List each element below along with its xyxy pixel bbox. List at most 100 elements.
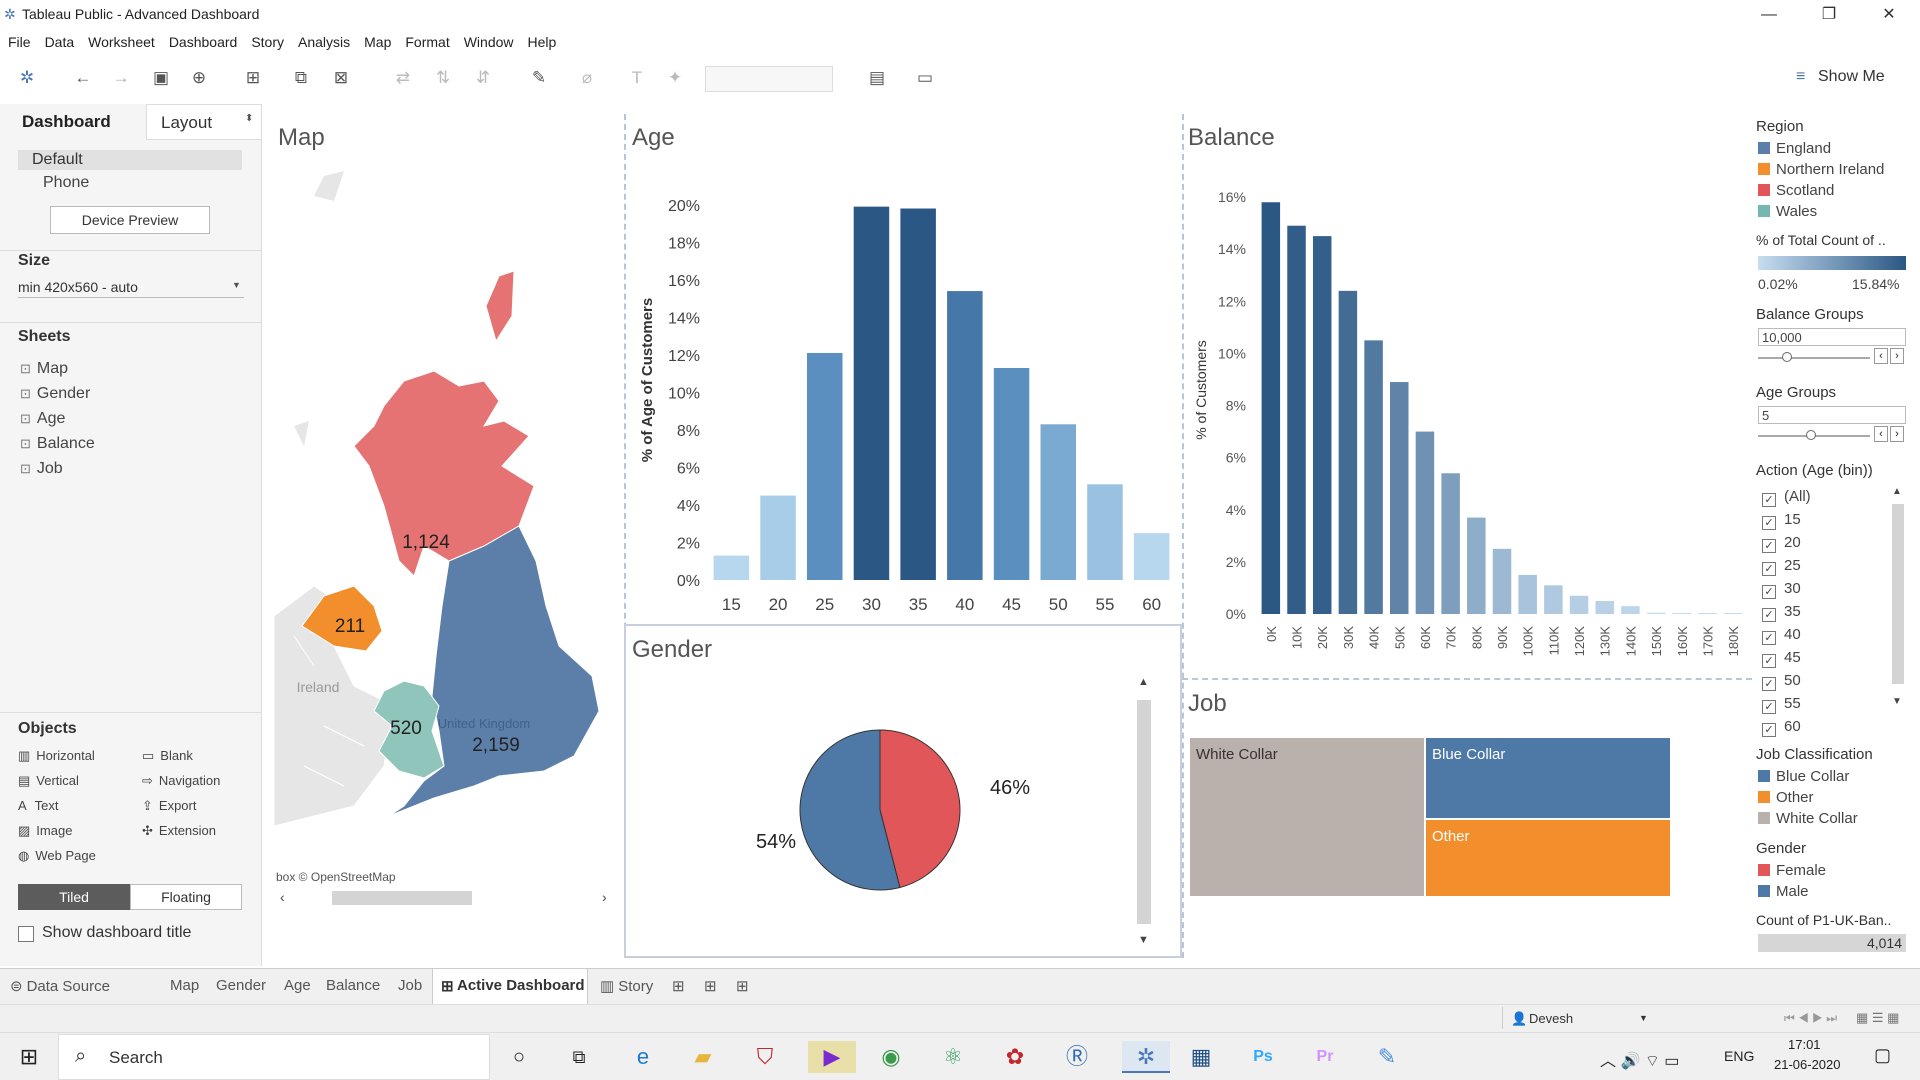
clear-sheet-icon[interactable]: ⊠	[330, 68, 352, 88]
tableau-home-icon[interactable]: ✲	[16, 68, 38, 88]
floating-toggle[interactable]: Floating	[130, 884, 242, 910]
r-icon[interactable]: Ⓡ	[1060, 1041, 1094, 1073]
menu-data[interactable]: Data	[37, 31, 81, 50]
job-legend-white-collar[interactable]: White Collar	[1758, 810, 1858, 831]
age-groups-input[interactable]: 5	[1758, 406, 1906, 424]
filter-item-25[interactable]: ✓ 25	[1762, 557, 1892, 580]
atom-icon[interactable]: ⚛	[936, 1041, 970, 1073]
object-web-page[interactable]: ◍ Web Page	[18, 848, 138, 873]
filter-item-15[interactable]: ✓ 15	[1762, 511, 1892, 534]
region-legend-england[interactable]: England	[1758, 140, 1884, 161]
age-prev-icon[interactable]: ‹	[1874, 426, 1888, 442]
filter-item-30[interactable]: ✓ 30	[1762, 580, 1892, 603]
save-icon[interactable]: ▣	[150, 68, 172, 88]
filter-item-45[interactable]: ✓ 45	[1762, 649, 1892, 672]
gender-vertical-scrollbar[interactable]: ▲ ▼	[1134, 676, 1154, 952]
size-dropdown[interactable]: min 420x560 - auto ▼	[18, 276, 244, 298]
show-cards-icon[interactable]: ▤	[866, 68, 888, 88]
balance-groups-slider[interactable]	[1758, 352, 1870, 364]
new-data-source-icon[interactable]: ⊕	[188, 68, 210, 88]
tab-dashboard[interactable]: Dashboard	[0, 104, 146, 140]
user-dropdown[interactable]: 👤 Devesh ▼	[1502, 1007, 1652, 1029]
filter-item-40[interactable]: ✓ 40	[1762, 626, 1892, 649]
sheet-nav-icons[interactable]: ⏮ ◀ ▶ ⏭	[1784, 1011, 1837, 1026]
region-legend-ni[interactable]: Northern Ireland	[1758, 161, 1884, 182]
object-text[interactable]: A Text	[18, 798, 138, 823]
tab-story[interactable]: ▥ Story	[600, 977, 653, 995]
object-vertical[interactable]: ▤ Vertical	[18, 773, 138, 798]
mcafee-icon[interactable]: ⛉	[748, 1041, 782, 1073]
region-legend-scotland[interactable]: Scotland	[1758, 182, 1884, 203]
balance-prev-icon[interactable]: ‹	[1874, 348, 1888, 364]
tab-active-dashboard[interactable]: ⊞ Active Dashboard	[432, 969, 588, 1004]
edge-icon[interactable]: e	[626, 1041, 660, 1073]
object-export[interactable]: ⇪ Export	[142, 798, 262, 823]
ruby-icon[interactable]: ✿	[998, 1041, 1032, 1073]
pin-icon[interactable]: ✦	[664, 68, 686, 88]
duplicate-icon[interactable]: ⧉	[290, 68, 312, 88]
filter-item-35[interactable]: ✓ 35	[1762, 603, 1892, 626]
job-legend-other[interactable]: Other	[1758, 789, 1858, 810]
taskbar-search-box[interactable]: ⌕ Search	[58, 1034, 490, 1080]
menu-analysis[interactable]: Analysis	[290, 31, 356, 50]
object-horizontal[interactable]: ▥ Horizontal	[18, 748, 138, 773]
tab-balance[interactable]: Balance	[326, 977, 380, 994]
close-button[interactable]: ✕	[1866, 2, 1912, 28]
age-next-icon[interactable]: ›	[1890, 426, 1904, 442]
treemap-blue-collar[interactable]: Blue Collar	[1426, 738, 1670, 818]
new-worksheet-tab-icon[interactable]: ⊞	[672, 977, 685, 995]
minimize-button[interactable]: —	[1746, 2, 1792, 28]
filter-item-50[interactable]: ✓ 50	[1762, 672, 1892, 695]
object-navigation[interactable]: ⇨ Navigation	[142, 773, 262, 798]
file-explorer-icon[interactable]: ▰	[686, 1041, 720, 1073]
filter-item-20[interactable]: ✓ 20	[1762, 534, 1892, 557]
tab-job[interactable]: Job	[398, 977, 422, 994]
fit-dropdown[interactable]	[705, 66, 833, 92]
new-story-tab-icon[interactable]: ⊞	[736, 977, 749, 995]
chrome-icon[interactable]: ◉	[874, 1041, 908, 1073]
region-legend-wales[interactable]: Wales	[1758, 203, 1884, 224]
view-icons[interactable]: ▦ ☰ ▦	[1856, 1010, 1899, 1026]
tab-age[interactable]: Age	[284, 977, 311, 994]
menu-dashboard[interactable]: Dashboard	[161, 31, 244, 50]
menu-worksheet[interactable]: Worksheet	[80, 31, 161, 50]
premiere-icon[interactable]: Pr	[1308, 1041, 1342, 1073]
cortana-icon[interactable]: ○	[502, 1041, 536, 1073]
maximize-button[interactable]: ❐	[1806, 2, 1852, 28]
sql-server-icon[interactable]: ▦	[1184, 1041, 1218, 1073]
tab-layout[interactable]: Layout ⬍	[146, 104, 262, 140]
filter-scrollbar[interactable]: ▲ ▼	[1890, 486, 1906, 712]
sheet-item-age[interactable]: ⊡ Age	[20, 410, 95, 435]
sheet-item-gender[interactable]: ⊡ Gender	[20, 385, 95, 410]
menu-window[interactable]: Window	[456, 31, 520, 50]
device-phone[interactable]: Phone	[43, 174, 89, 192]
windows-start-icon[interactable]: ⊞	[12, 1041, 46, 1073]
age-groups-slider[interactable]	[1758, 430, 1870, 442]
tiled-toggle[interactable]: Tiled	[18, 884, 130, 910]
filter-item-60[interactable]: ✓ 60	[1762, 718, 1892, 741]
media-player-icon[interactable]: ▶	[808, 1041, 856, 1073]
object-blank[interactable]: ▭ Blank	[142, 748, 262, 773]
clock-date[interactable]: 21-06-2020	[1774, 1057, 1841, 1072]
object-image[interactable]: ▨ Image	[18, 823, 138, 848]
sheet-item-job[interactable]: ⊡ Job	[20, 460, 95, 485]
tableau-taskbar-icon[interactable]: ✲	[1122, 1041, 1170, 1073]
object-extension[interactable]: ✣ Extension	[142, 823, 262, 848]
undo-icon[interactable]: ←	[72, 68, 94, 88]
paint-icon[interactable]: ✎	[1370, 1041, 1404, 1073]
job-legend-blue-collar[interactable]: Blue Collar	[1758, 768, 1858, 789]
treemap-white-collar[interactable]: White Collar	[1190, 738, 1424, 896]
menu-help[interactable]: Help	[520, 31, 563, 50]
sort-descending-icon[interactable]: ⇵	[472, 68, 494, 88]
map-horizontal-scrollbar[interactable]: ‹ ›	[276, 888, 618, 908]
menu-map[interactable]: Map	[356, 31, 397, 50]
highlight-icon[interactable]: ✎	[528, 68, 550, 88]
photoshop-icon[interactable]: Ps	[1246, 1041, 1280, 1073]
device-default[interactable]: Default	[18, 150, 242, 170]
menu-format[interactable]: Format	[397, 31, 455, 50]
balance-groups-input[interactable]: 10,000	[1758, 328, 1906, 346]
sort-ascending-icon[interactable]: ⇅	[432, 68, 454, 88]
notifications-icon[interactable]: ▢	[1874, 1045, 1891, 1066]
treemap-other[interactable]: Other	[1426, 820, 1670, 896]
sheet-item-balance[interactable]: ⊡ Balance	[20, 435, 95, 460]
